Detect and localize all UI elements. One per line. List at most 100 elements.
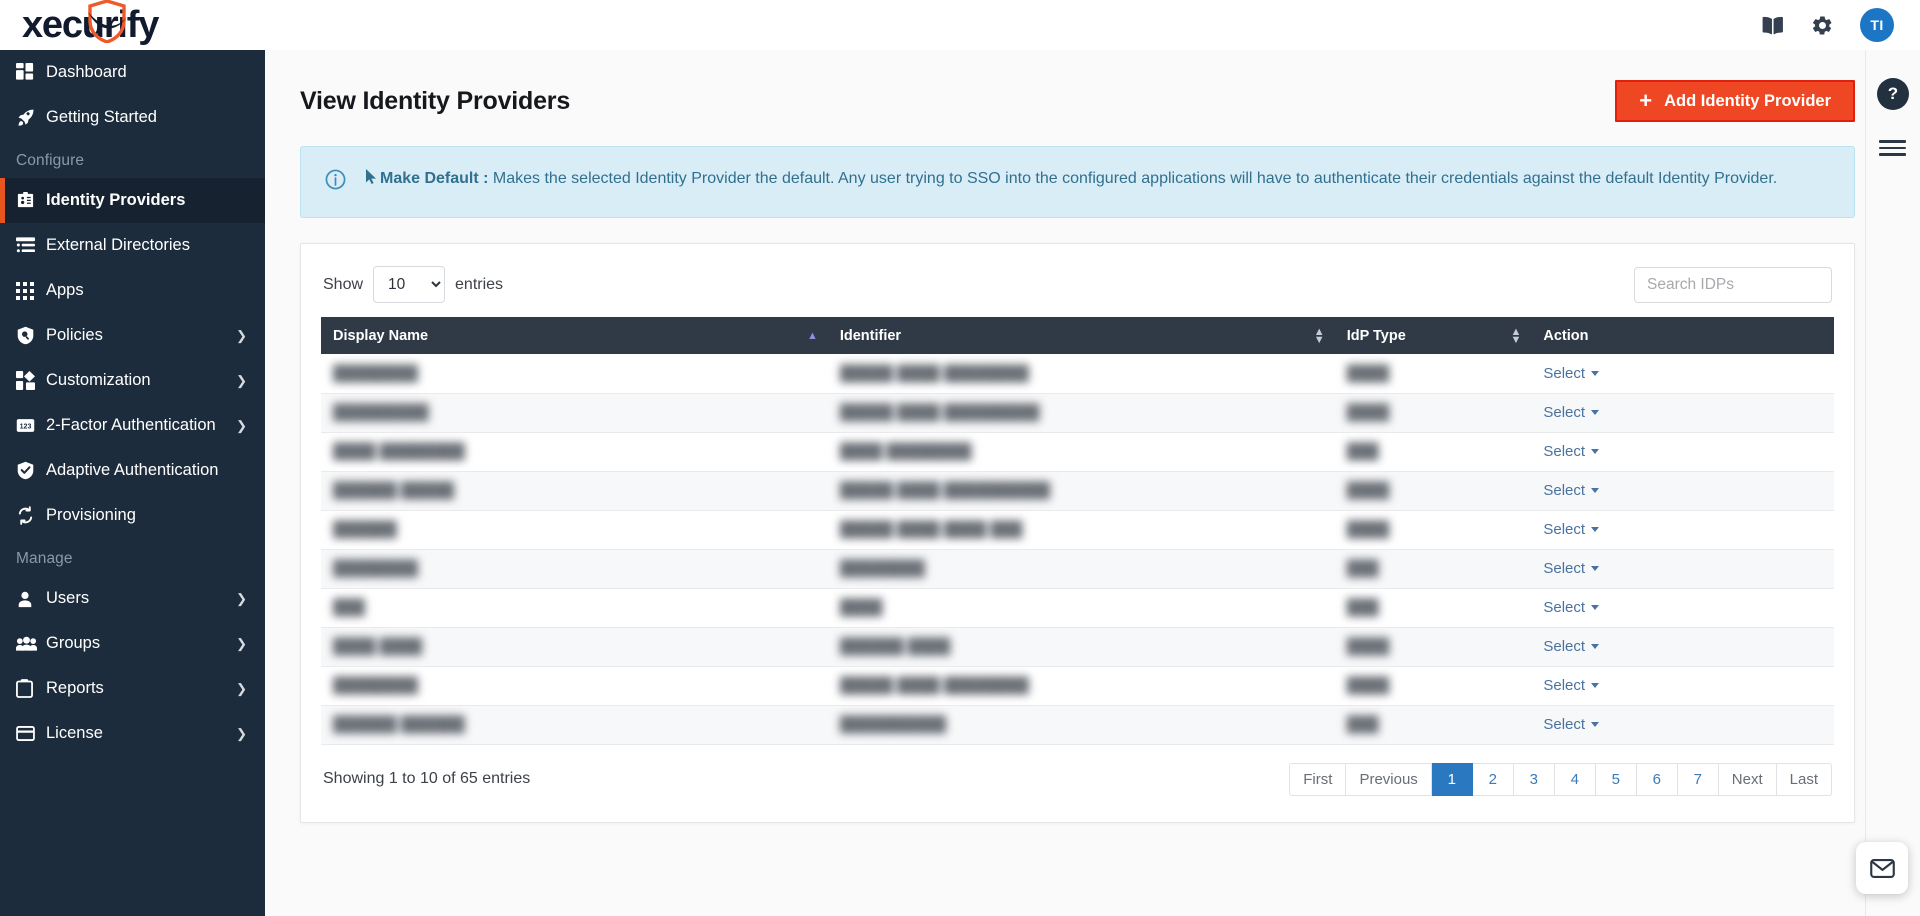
column-header-display-name[interactable]: Display Name ▲ — [321, 317, 828, 354]
sidebar-item-label: License — [46, 724, 236, 743]
add-identity-provider-button[interactable]: + Add Identity Provider — [1615, 80, 1855, 122]
gear-icon[interactable] — [1811, 14, 1834, 37]
sidebar-item-license[interactable]: License ❯ — [0, 711, 265, 756]
sidebar-item-groups[interactable]: Groups ❯ — [0, 621, 265, 666]
show-entries-control: Show 10 25 50 100 entries — [323, 266, 503, 303]
info-circle-icon — [325, 167, 346, 197]
hamburger-icon — [1879, 153, 1906, 156]
column-header-identifier[interactable]: Identifier ▲▼ — [828, 317, 1335, 354]
cell-idp-type: ████ — [1335, 510, 1532, 549]
row-select-dropdown[interactable]: Select — [1543, 560, 1599, 577]
row-select-dropdown[interactable]: Select — [1543, 716, 1599, 733]
row-select-dropdown[interactable]: Select — [1543, 638, 1599, 655]
chevron-right-icon: ❯ — [236, 373, 265, 389]
sidebar-item-getting-started[interactable]: Getting Started — [0, 95, 265, 140]
pagination-page-7[interactable]: 7 — [1678, 763, 1719, 796]
pagination-last[interactable]: Last — [1777, 763, 1832, 796]
search-input[interactable] — [1634, 267, 1832, 303]
sidebar-item-2fa[interactable]: 123 2-Factor Authentication ❯ — [0, 403, 265, 448]
right-rail: ? — [1865, 50, 1920, 916]
sidebar-item-dashboard[interactable]: Dashboard — [0, 50, 265, 95]
sidebar-item-policies[interactable]: Policies ❯ — [0, 313, 265, 358]
column-label: Action — [1543, 328, 1588, 344]
pagination-next[interactable]: Next — [1719, 763, 1777, 796]
pagination-page-5[interactable]: 5 — [1596, 763, 1637, 796]
chevron-right-icon: ❯ — [236, 418, 265, 434]
help-button[interactable]: ? — [1877, 78, 1909, 110]
pagination-page-6[interactable]: 6 — [1637, 763, 1678, 796]
cell-action: Select — [1531, 588, 1834, 627]
select-label: Select — [1543, 677, 1585, 694]
add-identity-provider-label: Add Identity Provider — [1664, 92, 1831, 111]
pagination-first[interactable]: First — [1289, 763, 1346, 796]
table-row: ████████ ████████ ███ Select — [321, 549, 1834, 588]
column-header-idp-type[interactable]: IdP Type ▲▼ — [1335, 317, 1532, 354]
select-label: Select — [1543, 521, 1585, 538]
sidebar-item-external-directories[interactable]: External Directories — [0, 223, 265, 268]
table-row: ██████ █████ ████ ████ ███ ████ Select — [321, 510, 1834, 549]
row-select-dropdown[interactable]: Select — [1543, 521, 1599, 538]
avatar[interactable]: TI — [1860, 8, 1894, 42]
sidebar-item-reports[interactable]: Reports ❯ — [0, 666, 265, 711]
cell-identifier: █████ ████ ██████████ — [828, 471, 1335, 510]
pagination-page-2[interactable]: 2 — [1473, 763, 1514, 796]
sidebar-item-label: Users — [46, 589, 236, 608]
table-row: ███ ████ ███ Select — [321, 588, 1834, 627]
entries-label: entries — [455, 276, 503, 294]
cell-action: Select — [1531, 471, 1834, 510]
sidebar-item-label: 2-Factor Authentication — [46, 416, 236, 435]
sidebar-item-apps[interactable]: Apps — [0, 268, 265, 313]
page-title: View Identity Providers — [300, 87, 570, 116]
table-controls: Show 10 25 50 100 entries — [321, 266, 1834, 317]
cell-idp-type: ████ — [1335, 627, 1532, 666]
row-select-dropdown[interactable]: Select — [1543, 677, 1599, 694]
row-select-dropdown[interactable]: Select — [1543, 404, 1599, 421]
row-select-dropdown[interactable]: Select — [1543, 482, 1599, 499]
select-label: Select — [1543, 443, 1585, 460]
chat-widget-button[interactable] — [1856, 842, 1908, 894]
pagination-page-3[interactable]: 3 — [1514, 763, 1555, 796]
rail-menu-button[interactable] — [1879, 140, 1906, 160]
page-size-select[interactable]: 10 25 50 100 — [373, 266, 445, 303]
users-group-icon — [16, 636, 46, 652]
cell-identifier: █████ ████ ████ ███ — [828, 510, 1335, 549]
pagination-page-4[interactable]: 4 — [1555, 763, 1596, 796]
sidebar-item-label: Getting Started — [46, 108, 265, 127]
row-select-dropdown[interactable]: Select — [1543, 443, 1599, 460]
chevron-down-icon — [1591, 605, 1599, 610]
sidebar-item-customization[interactable]: Customization ❯ — [0, 358, 265, 403]
cell-idp-type: ████ — [1335, 393, 1532, 432]
topbar-actions: TI — [1760, 8, 1920, 42]
pagination: First Previous 1 2 3 4 5 6 7 Next Last — [1289, 763, 1832, 796]
sidebar-item-users[interactable]: Users ❯ — [0, 576, 265, 621]
select-label: Select — [1543, 599, 1585, 616]
row-select-dropdown[interactable]: Select — [1543, 599, 1599, 616]
plus-icon: + — [1639, 90, 1652, 112]
sidebar-item-label: Apps — [46, 281, 265, 300]
chevron-right-icon: ❯ — [236, 636, 265, 652]
sidebar-item-adaptive-authentication[interactable]: Adaptive Authentication — [0, 448, 265, 493]
cell-display-name: ██████ █████ — [321, 471, 828, 510]
pagination-page-1[interactable]: 1 — [1432, 763, 1473, 796]
chevron-right-icon: ❯ — [236, 591, 265, 607]
cell-display-name: ██████ — [321, 510, 828, 549]
book-icon[interactable] — [1760, 13, 1785, 38]
banner-title: Make Default : — [380, 170, 488, 187]
cell-action: Select — [1531, 510, 1834, 549]
pagination-previous[interactable]: Previous — [1346, 763, 1431, 796]
cell-display-name: ████ ████████ — [321, 432, 828, 471]
sort-both-icon: ▲▼ — [1314, 328, 1325, 344]
sidebar-item-identity-providers[interactable]: Identity Providers — [0, 178, 265, 223]
sidebar-item-provisioning[interactable]: Provisioning — [0, 493, 265, 538]
cell-idp-type: ████ — [1335, 471, 1532, 510]
top-bar: xecurify TI — [0, 0, 1920, 50]
cell-idp-type: ███ — [1335, 588, 1532, 627]
row-select-dropdown[interactable]: Select — [1543, 365, 1599, 382]
cell-identifier: ████████ — [828, 549, 1335, 588]
table-row: ██████ █████ █████ ████ ██████████ ████ … — [321, 471, 1834, 510]
cell-action: Select — [1531, 666, 1834, 705]
brand-logo[interactable]: xecurify — [0, 6, 158, 44]
cell-display-name: ██████ ██████ — [321, 705, 828, 744]
credit-card-icon — [16, 726, 46, 741]
sidebar-item-label: Policies — [46, 326, 236, 345]
